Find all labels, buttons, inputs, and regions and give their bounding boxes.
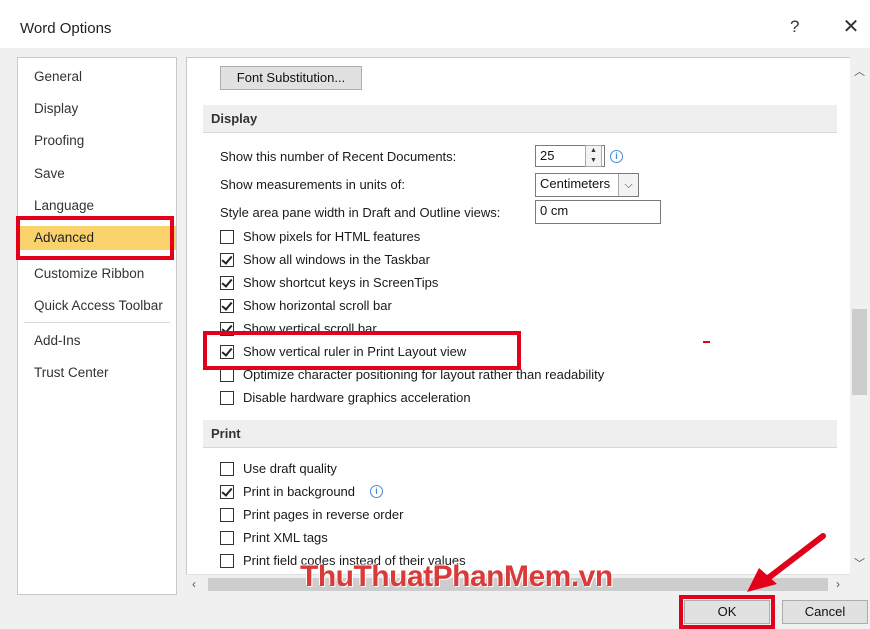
checkbox-label: Optimize character positioning for layou…	[243, 367, 605, 382]
checkbox-show-pixels[interactable]	[220, 230, 234, 244]
checkbox-label: Print in background	[243, 484, 356, 499]
ok-button[interactable]: OK	[684, 600, 770, 624]
nav-item-trust-center[interactable]: Trust Center	[18, 361, 176, 385]
display-section-header: Display	[203, 105, 837, 133]
dialog-title: Word Options	[20, 20, 112, 37]
nav-item-language[interactable]: Language	[18, 194, 176, 218]
checkbox-label: Disable hardware graphics acceleration	[243, 390, 471, 405]
options-nav: General Display Proofing Save Language A…	[17, 57, 177, 595]
units-label: Show measurements in units of:	[220, 177, 405, 192]
title-bar: Word Options ? ✕	[0, 0, 870, 48]
nav-item-quick-access-toolbar[interactable]: Quick Access Toolbar	[18, 294, 176, 318]
checkbox-label: Print XML tags	[243, 530, 328, 545]
checkbox-optimize-char-positioning[interactable]	[220, 368, 234, 382]
checkbox-disable-hw-acceleration[interactable]	[220, 391, 234, 405]
spin-down-icon[interactable]: ▼	[586, 156, 601, 166]
nav-item-add-ins[interactable]: Add-Ins	[18, 329, 176, 353]
nav-item-customize-ribbon[interactable]: Customize Ribbon	[18, 262, 176, 286]
checkbox-label: Use draft quality	[243, 461, 337, 476]
cancel-button[interactable]: Cancel	[782, 600, 868, 624]
close-icon[interactable]: ✕	[838, 14, 864, 40]
checkbox-show-all-windows[interactable]	[220, 253, 234, 267]
vertical-scrollbar[interactable]: ︿ ﹀	[850, 57, 869, 574]
watermark-logo: ThuThuatPhanMem.vn	[300, 560, 613, 593]
advanced-settings-panel: Font Substitution... Display Show this n…	[186, 57, 850, 574]
checkbox-label: Show vertical ruler in Print Layout view	[243, 344, 467, 359]
checkbox-draft-quality[interactable]	[220, 462, 234, 476]
nav-divider	[24, 322, 170, 323]
checkbox-show-vertical-ruler[interactable]	[220, 345, 234, 359]
scroll-thumb[interactable]	[852, 309, 867, 395]
chevron-down-icon[interactable]: ⌵	[618, 174, 638, 196]
annotation-arrow-icon	[747, 533, 826, 592]
scroll-right-icon[interactable]: ›	[836, 575, 840, 594]
checkbox-label: Show shortcut keys in ScreenTips	[243, 275, 439, 290]
info-icon: i	[610, 150, 623, 163]
nav-item-general[interactable]: General	[18, 65, 176, 89]
checkbox-show-horizontal-scroll[interactable]	[220, 299, 234, 313]
nav-item-display[interactable]: Display	[18, 97, 176, 121]
font-substitution-button[interactable]: Font Substitution...	[220, 66, 362, 90]
style-area-input[interactable]: 0 cm	[535, 200, 661, 224]
checkbox-label: Show pixels for HTML features	[243, 229, 421, 244]
help-icon[interactable]: ?	[790, 17, 799, 37]
checkbox-show-vertical-scroll[interactable]	[220, 322, 234, 336]
checkbox-print-field-codes[interactable]	[220, 554, 234, 568]
checkbox-label: Show horizontal scroll bar	[243, 298, 392, 313]
nav-item-save[interactable]: Save	[18, 162, 176, 186]
checkbox-label: Print pages in reverse order	[243, 507, 404, 522]
spin-up-icon[interactable]: ▲	[586, 146, 601, 156]
print-section-header: Print	[203, 420, 837, 448]
checkbox-label: Show vertical scroll bar	[243, 321, 377, 336]
scroll-down-icon[interactable]: ﹀	[850, 555, 869, 571]
red-mark	[703, 341, 710, 343]
nav-item-advanced[interactable]: Advanced	[18, 226, 176, 250]
scroll-up-icon[interactable]: ︿	[850, 63, 869, 79]
recent-docs-label: Show this number of Recent Documents:	[220, 149, 457, 164]
checkbox-label: Show all windows in the Taskbar	[243, 252, 430, 267]
checkbox-show-shortcut-keys[interactable]	[220, 276, 234, 290]
checkbox-reverse-order[interactable]	[220, 508, 234, 522]
checkbox-print-xml-tags[interactable]	[220, 531, 234, 545]
info-icon: i	[370, 485, 383, 498]
checkbox-print-background[interactable]	[220, 485, 234, 499]
scroll-left-icon[interactable]: ‹	[192, 575, 196, 594]
style-area-label: Style area pane width in Draft and Outli…	[220, 205, 501, 220]
nav-item-proofing[interactable]: Proofing	[18, 129, 176, 153]
recent-docs-spinner[interactable]: ▲ ▼	[585, 145, 602, 167]
